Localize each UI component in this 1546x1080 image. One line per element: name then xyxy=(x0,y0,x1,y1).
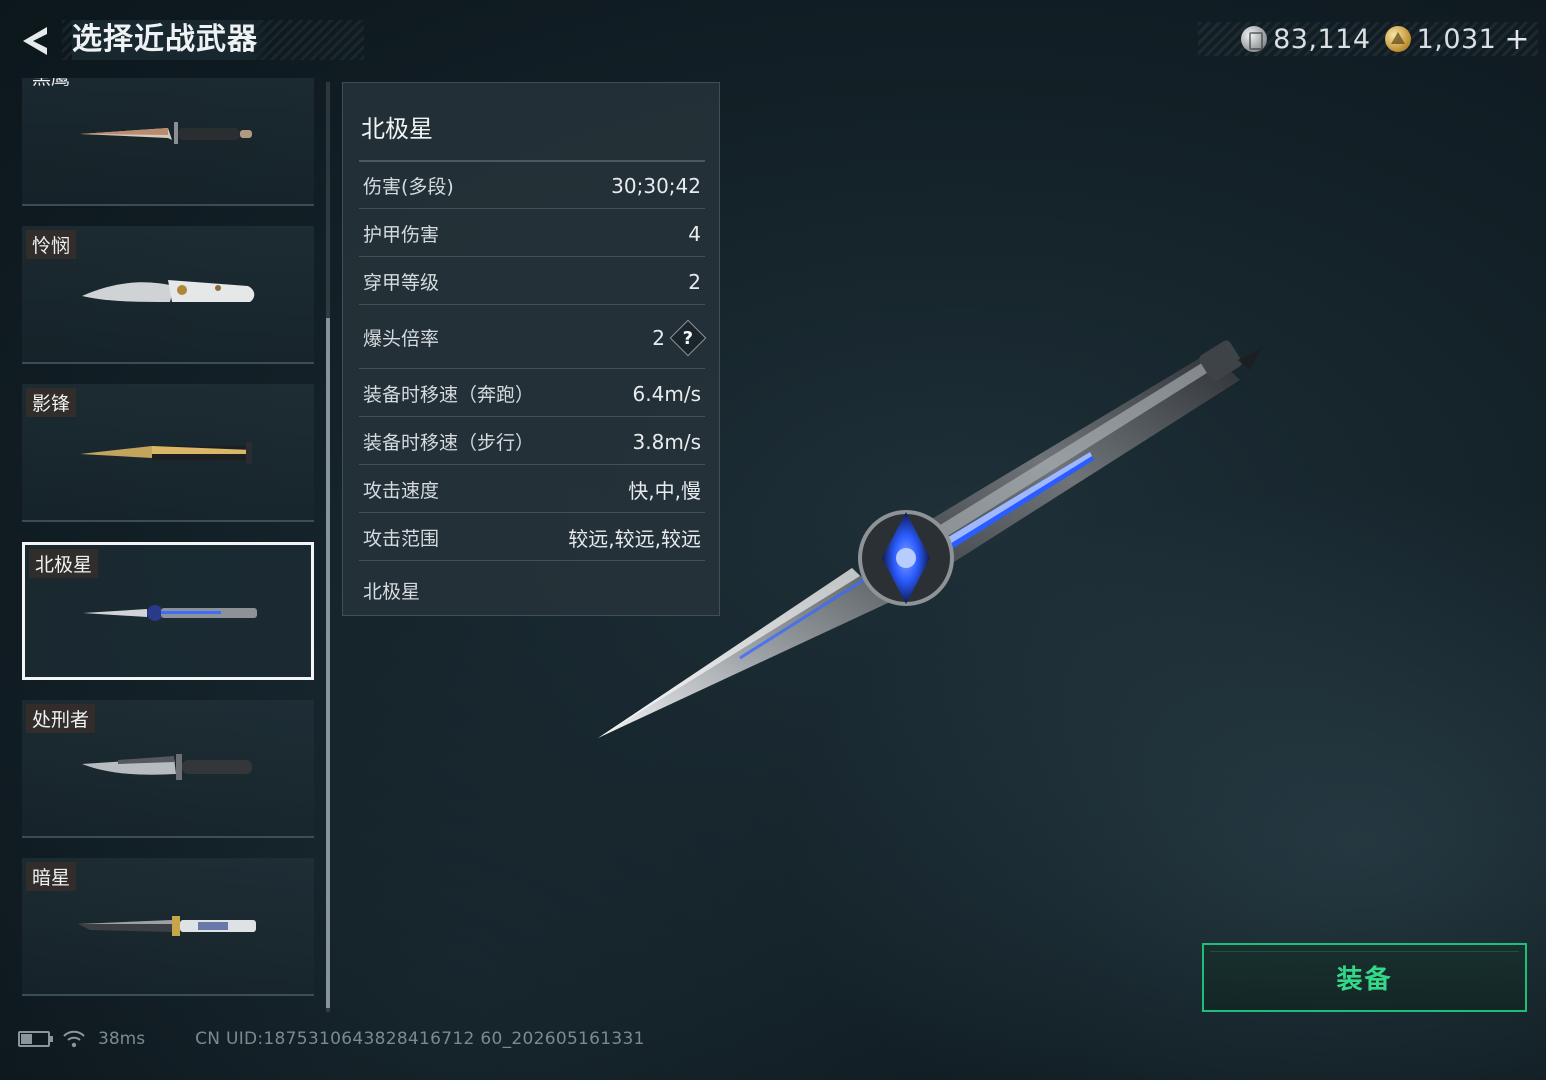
knife-thumbnail-icon xyxy=(83,605,257,621)
weapon-model-icon xyxy=(598,340,1262,738)
weapon-name: 北极星 xyxy=(29,549,99,578)
stat-value: 2 xyxy=(688,269,701,294)
weapon-list: 黑鹰 怜悯 影锋 北极星 处刑者 暗星 xyxy=(0,78,330,1008)
gold-coin-icon xyxy=(1384,26,1411,52)
list-scroll-thumb[interactable] xyxy=(326,318,330,1008)
weapon-card-yingfeng[interactable]: 影锋 xyxy=(22,384,314,522)
status-footer: 38ms CN UID:1875310643828416712 60_20260… xyxy=(18,1024,645,1054)
stat-label: 攻击速度 xyxy=(363,480,440,502)
stat-label: 装备时移速（步行） xyxy=(363,432,535,454)
divider xyxy=(359,160,705,162)
weapon-card-chuxingzhe[interactable]: 处刑者 xyxy=(22,700,314,838)
weapon-card-heiying[interactable]: 黑鹰 xyxy=(22,78,314,206)
stat-value: 4 xyxy=(688,221,701,246)
stat-label: 攻击范围 xyxy=(363,528,440,550)
stat-value: 30;30;42 xyxy=(611,173,701,198)
silver-amount: 83,114 xyxy=(1273,23,1371,55)
header: 选择近战武器 83,114 1,031 + xyxy=(0,0,1546,80)
title-bar: 选择近战武器 xyxy=(62,20,364,60)
battery-level xyxy=(21,1034,33,1044)
weapon-name: 暗星 xyxy=(26,862,77,891)
currency-silver: 83,114 xyxy=(1241,24,1370,55)
knife-thumbnail-icon xyxy=(80,122,252,144)
add-currency-button[interactable]: + xyxy=(1504,22,1530,57)
currency-gold: 1,031 + xyxy=(1384,22,1530,57)
weapon-card-anxing[interactable]: 暗星 xyxy=(22,858,314,996)
weapon-description: 北极星 xyxy=(363,581,421,603)
currency-bar: 83,114 1,031 + xyxy=(1198,22,1538,57)
ping-value: 38ms xyxy=(98,1029,146,1049)
stat-label: 装备时移速（奔跑） xyxy=(363,384,535,406)
battery-icon xyxy=(18,1031,53,1047)
back-button[interactable] xyxy=(14,20,56,62)
stats-title: 北极星 xyxy=(361,115,433,143)
gold-amount: 1,031 xyxy=(1416,23,1497,55)
stat-row-penetration: 穿甲等级 2 xyxy=(359,259,705,305)
weapon-card-beijixing[interactable]: 北极星 xyxy=(22,542,314,680)
knife-thumbnail-icon xyxy=(80,442,252,464)
page-title: 选择近战武器 xyxy=(72,20,268,60)
weapon-card-lianmin[interactable]: 怜悯 xyxy=(22,226,314,364)
stat-row-damage: 伤害(多段) 30;30;42 xyxy=(359,163,705,209)
weapon-name: 怜悯 xyxy=(26,230,77,259)
stat-row-armor-damage: 护甲伤害 4 xyxy=(359,211,705,257)
weapon-name: 处刑者 xyxy=(26,704,96,733)
knife-thumbnail-icon xyxy=(82,280,255,302)
equip-label: 装备 xyxy=(1336,965,1393,995)
stat-label: 爆头倍率 xyxy=(363,328,440,350)
user-uid: CN UID:1875310643828416712 60_2026051613… xyxy=(195,1029,645,1049)
weapon-name: 影锋 xyxy=(26,388,77,417)
equip-button[interactable]: 装备 xyxy=(1202,943,1527,1012)
knife-thumbnail-icon xyxy=(78,916,256,936)
stat-label: 伤害(多段) xyxy=(363,176,454,198)
stat-label: 穿甲等级 xyxy=(363,272,440,294)
knife-thumbnail-icon xyxy=(82,754,252,780)
stat-label: 护甲伤害 xyxy=(363,224,440,246)
wifi-icon xyxy=(63,1030,85,1048)
silver-coin-icon xyxy=(1241,26,1268,52)
back-arrow-icon xyxy=(23,27,47,55)
weapon-name: 黑鹰 xyxy=(32,78,71,89)
